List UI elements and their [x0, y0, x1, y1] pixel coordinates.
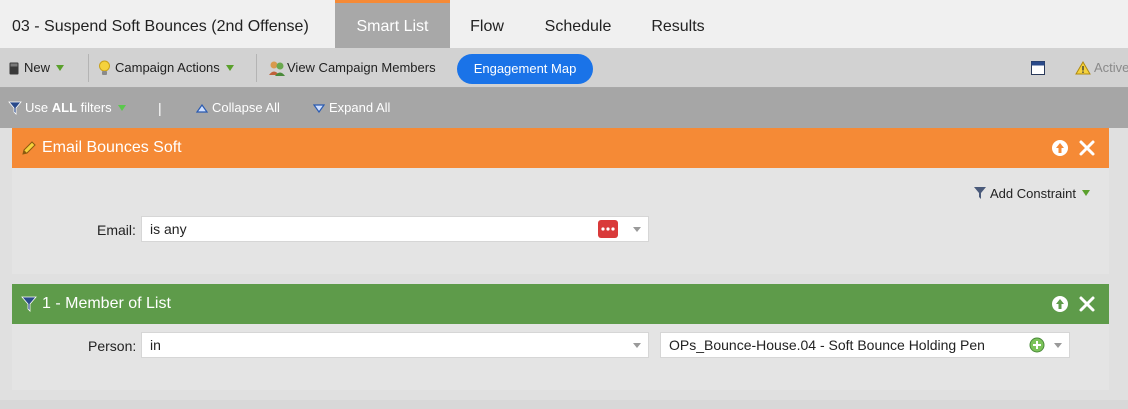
expand-all-label: Expand All: [329, 100, 391, 115]
active-status-label: Active: [1094, 60, 1128, 75]
new-menu-button[interactable]: New: [9, 48, 65, 88]
expand-triangle-icon: [313, 103, 325, 113]
use-filters-suffix: filters: [77, 100, 112, 115]
engagement-map-button[interactable]: Engagement Map: [457, 54, 593, 84]
close-icon[interactable]: [1078, 139, 1096, 157]
add-constraint-button[interactable]: Add Constraint: [973, 184, 1090, 202]
campaign-tab-bar: 03 - Suspend Soft Bounces (2nd Offense) …: [0, 0, 1128, 48]
list-select[interactable]: OPs_Bounce-House.04 - Soft Bounce Holdin…: [660, 332, 1070, 358]
filter-title: 1 - Member of List: [42, 295, 171, 312]
tab-smart-list[interactable]: Smart List: [335, 0, 450, 48]
plus-circle-icon[interactable]: [1029, 337, 1045, 353]
chevron-down-icon: [1054, 343, 1062, 348]
view-campaign-members-label: View Campaign Members: [287, 60, 436, 75]
filter-header[interactable]: Email Bounces Soft: [12, 128, 1109, 168]
person-field-label: Person:: [88, 338, 137, 354]
collapse-all-button[interactable]: Collapse All: [196, 88, 280, 128]
view-campaign-members-button[interactable]: View Campaign Members: [268, 48, 436, 88]
filter-icon: [8, 101, 22, 115]
new-document-icon: [9, 62, 19, 74]
email-operator-value: is any: [150, 221, 187, 237]
email-operator-select[interactable]: is any: [141, 216, 649, 242]
close-icon[interactable]: [1078, 295, 1096, 313]
tab-schedule[interactable]: Schedule: [524, 0, 632, 48]
filter-icon: [974, 187, 986, 199]
toolbar-divider: [256, 54, 257, 82]
expand-all-button[interactable]: Expand All: [313, 88, 390, 128]
use-filters-menu[interactable]: Use ALL filters: [8, 88, 126, 128]
active-status: Active: [1075, 48, 1128, 88]
filterbar-divider: |: [158, 100, 162, 116]
chevron-down-icon: [633, 227, 641, 232]
use-filters-prefix: Use: [25, 100, 52, 115]
arrow-up-circle-icon[interactable]: [1051, 295, 1069, 313]
filter-header[interactable]: 1 - Member of List: [12, 284, 1109, 324]
tab-results[interactable]: Results: [632, 0, 724, 48]
new-menu-label: New: [24, 60, 51, 75]
chevron-down-icon: [117, 105, 126, 111]
arrow-up-circle-icon[interactable]: [1051, 139, 1069, 157]
people-icon: [269, 61, 285, 76]
chevron-down-icon: [225, 65, 234, 71]
filter-card-email-bounces-soft: Email Bounces Soft Add Constraint Email:…: [12, 128, 1109, 274]
filter-options-bar: Use ALL filters | Collapse All Expand Al…: [0, 88, 1128, 128]
chevron-down-icon: [1082, 190, 1090, 196]
collapse-all-label: Collapse All: [212, 100, 280, 115]
campaign-title: 03 - Suspend Soft Bounces (2nd Offense): [12, 18, 309, 35]
toolbar-divider: [88, 54, 89, 82]
chevron-down-icon: [633, 343, 641, 348]
person-operator-select[interactable]: in: [141, 332, 649, 358]
filter-title: Email Bounces Soft: [42, 139, 182, 156]
person-operator-value: in: [150, 337, 161, 353]
chevron-down-icon: [56, 65, 65, 71]
email-field-label: Email:: [97, 222, 136, 238]
use-filters-mode: ALL: [51, 100, 78, 115]
list-value: OPs_Bounce-House.04 - Soft Bounce Holdin…: [669, 337, 985, 353]
token-picker-icon[interactable]: [598, 220, 618, 238]
lightbulb-icon: [99, 60, 110, 75]
filter-card-member-of-list: 1 - Member of List Person: in OPs_Bounce…: [12, 284, 1109, 390]
pencil-icon: [22, 141, 36, 155]
canvas-bottom: [0, 400, 1128, 409]
campaign-actions-button[interactable]: Campaign Actions: [98, 48, 234, 88]
warning-icon: [1075, 61, 1091, 75]
tab-flow[interactable]: Flow: [450, 0, 524, 48]
campaign-actions-label: Campaign Actions: [115, 60, 220, 75]
collapse-triangle-icon: [196, 103, 208, 113]
add-constraint-label: Add Constraint: [990, 185, 1076, 201]
window-icon[interactable]: [1031, 61, 1045, 75]
filter-icon: [21, 296, 37, 312]
